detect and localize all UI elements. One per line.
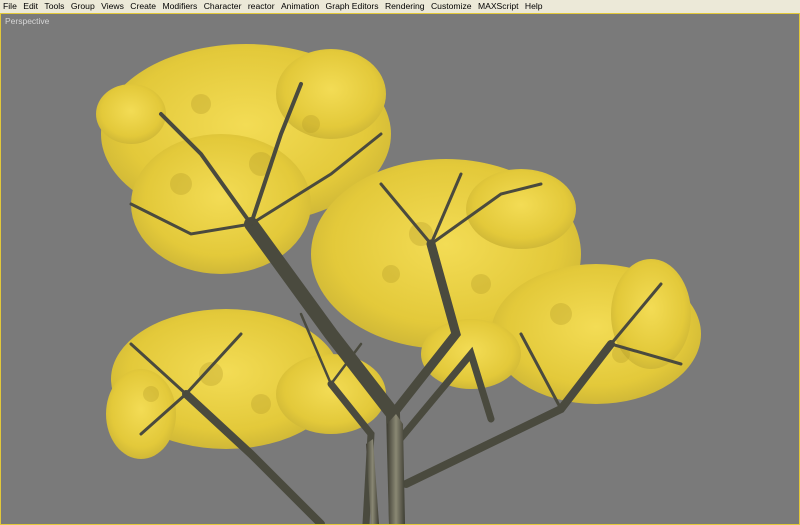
menu-group[interactable]: Group xyxy=(68,0,98,13)
tree-render[interactable] xyxy=(1,14,799,524)
menu-file[interactable]: File xyxy=(0,0,20,13)
menu-create[interactable]: Create xyxy=(127,0,159,13)
perspective-viewport[interactable]: Perspective xyxy=(0,13,800,525)
menu-tools[interactable]: Tools xyxy=(41,0,67,13)
viewport-label[interactable]: Perspective xyxy=(5,16,49,26)
menu-views[interactable]: Views xyxy=(98,0,127,13)
menu-rendering[interactable]: Rendering xyxy=(382,0,428,13)
menu-character[interactable]: Character xyxy=(201,0,245,13)
menu-modifiers[interactable]: Modifiers xyxy=(159,0,200,13)
menu-bar: File Edit Tools Group Views Create Modif… xyxy=(0,0,800,13)
menu-help[interactable]: Help xyxy=(522,0,546,13)
menu-customize[interactable]: Customize xyxy=(428,0,475,13)
menu-edit[interactable]: Edit xyxy=(20,0,41,13)
menu-graph-editors[interactable]: Graph Editors xyxy=(322,0,381,13)
menu-reactor[interactable]: reactor xyxy=(245,0,278,13)
menu-maxscript[interactable]: MAXScript xyxy=(475,0,522,13)
menu-animation[interactable]: Animation xyxy=(278,0,323,13)
